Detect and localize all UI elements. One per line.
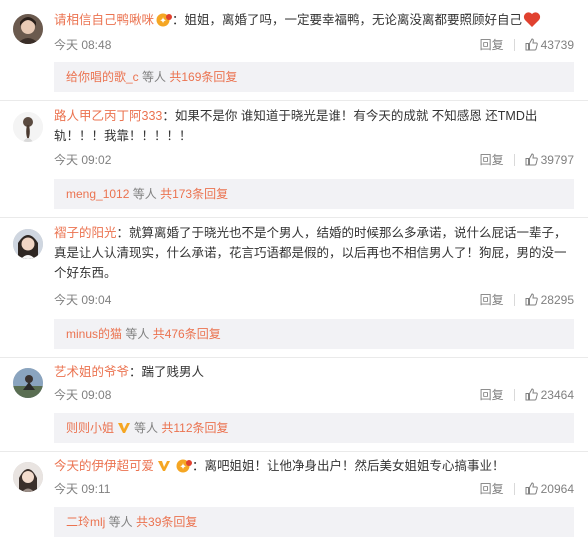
divider — [513, 39, 515, 51]
reply-summary[interactable]: minus的猫 等人 共476条回复 — [54, 319, 574, 349]
comment-body: ：踹了贱男人 — [129, 365, 205, 379]
divider — [0, 357, 588, 358]
reply-mid-text: 等人 — [129, 187, 161, 201]
like-count: 39797 — [540, 153, 574, 167]
avatar[interactable] — [13, 462, 43, 492]
reply-username[interactable]: 给你唱的歌_c — [66, 70, 139, 84]
reply-mid-text: 等人 — [105, 515, 137, 529]
thumbs-up-icon — [525, 482, 538, 499]
reply-button[interactable]: 回复 — [480, 152, 504, 168]
reply-count-link[interactable]: 共173条回复 — [160, 187, 228, 201]
comment-text: 褶子的阳光：就算离婚了于晓光也不是个男人，结婚的时候那么多承诺，说什么屁话一辈子… — [54, 223, 574, 283]
reply-username[interactable]: meng_1012 — [66, 187, 129, 201]
comment-time: 今天 08:48 — [54, 38, 112, 52]
thumbs-up-icon — [525, 388, 538, 405]
divider — [513, 389, 515, 401]
divider — [0, 451, 588, 452]
avatar[interactable] — [13, 229, 43, 259]
avatar[interactable] — [13, 112, 43, 142]
comment-username[interactable]: 路人甲乙丙丁阿333 — [54, 109, 162, 123]
comment-actions: 回复 43739 — [480, 37, 574, 55]
divider — [0, 100, 588, 101]
reply-summary[interactable]: meng_1012 等人 共173条回复 — [54, 179, 574, 209]
reply-count-link[interactable]: 共39条回复 — [136, 515, 197, 529]
thumbs-up-icon — [525, 153, 538, 170]
divider — [0, 217, 588, 218]
comment-actions: 回复 20964 — [480, 481, 574, 499]
reply-button[interactable]: 回复 — [480, 387, 504, 403]
reply-count-link[interactable]: 共112条回复 — [161, 421, 228, 435]
avatar[interactable] — [13, 368, 43, 398]
reply-mid-text: 等人 — [134, 421, 162, 435]
reply-username[interactable]: 则则小姐 — [66, 421, 114, 435]
like-button[interactable]: 28295 — [525, 292, 574, 310]
reply-button[interactable]: 回复 — [480, 37, 504, 53]
reply-summary[interactable]: 则则小姐 等人 共112条回复 — [54, 413, 574, 443]
comment-text: 路人甲乙丙丁阿333：如果不是你 谁知道于晓光是谁！有今天的成就 不知感恩 还T… — [54, 106, 574, 146]
reply-count-link[interactable]: 共476条回复 — [153, 327, 221, 341]
like-button[interactable]: 39797 — [525, 152, 574, 170]
comment-text: 请相信自己鸭啾咪 ✦ ：姐姐，离婚了吗，一定要幸福鸭，无论离没离都要照顾好自己 — [54, 10, 574, 34]
reply-username[interactable]: minus的猫 — [66, 327, 122, 341]
comment-body: ：离吧姐姐！让他净身出户！然后美女姐姐专心搞事业！ — [192, 459, 505, 473]
reply-summary[interactable]: 二玲mlj 等人 共39条回复 — [54, 507, 574, 537]
comment-text: 今天的伊伊超可爱 ✦ ：离吧姐姐！让他净身出户！然后美女姐姐专心搞事业！ — [54, 456, 574, 479]
divider — [513, 154, 515, 166]
comment-time: 今天 09:04 — [54, 293, 112, 307]
comment-username[interactable]: 请相信自己鸭啾咪 — [54, 13, 154, 27]
comment-time: 今天 09:11 — [54, 482, 111, 496]
comment-actions: 回复 23464 — [480, 387, 574, 405]
like-count: 23464 — [540, 388, 574, 402]
comment-text: 艺术姐的爷爷：踹了贱男人 — [54, 362, 574, 382]
reply-username[interactable]: 二玲mlj — [66, 515, 105, 529]
reply-summary[interactable]: 给你唱的歌_c 等人 共169条回复 — [54, 62, 574, 92]
v-badge-icon — [117, 415, 131, 445]
comment-time: 今天 09:02 — [54, 153, 112, 167]
like-count: 28295 — [540, 293, 574, 307]
reply-mid-text: 等人 — [138, 70, 170, 84]
like-button[interactable]: 20964 — [525, 481, 574, 499]
reply-button[interactable]: 回复 — [480, 481, 504, 497]
vip-badge-icon: ✦ — [176, 459, 193, 479]
comment-actions: 回复 28295 — [480, 292, 574, 310]
like-button[interactable]: 43739 — [525, 37, 574, 55]
reply-button[interactable]: 回复 — [480, 292, 504, 308]
comment-username[interactable]: 艺术姐的爷爷 — [54, 365, 129, 379]
comment-actions: 回复 39797 — [480, 152, 574, 170]
vip-badge-icon: ✦ — [156, 13, 173, 33]
comment-time: 今天 09:08 — [54, 388, 112, 402]
comment-username[interactable]: 褶子的阳光 — [54, 226, 117, 240]
reply-mid-text: 等人 — [122, 327, 153, 341]
like-button[interactable]: 23464 — [525, 387, 574, 405]
thumbs-up-icon — [525, 293, 538, 310]
divider — [513, 294, 515, 306]
comment-body: ：就算离婚了于晓光也不是个男人，结婚的时候那么多承诺，说什么屁话一辈子，真是让人… — [54, 226, 567, 280]
v-badge-icon — [157, 458, 171, 478]
like-count: 20964 — [540, 482, 574, 496]
reply-count-link[interactable]: 共169条回复 — [169, 70, 237, 84]
avatar[interactable] — [13, 14, 43, 44]
like-count: 43739 — [540, 38, 574, 52]
comment-username[interactable]: 今天的伊伊超可爱 — [54, 459, 154, 473]
divider — [513, 483, 515, 495]
heart-icon — [523, 11, 541, 34]
comment-body: ：姐姐，离婚了吗，一定要幸福鸭，无论离没离都要照顾好自己 — [172, 13, 523, 27]
thumbs-up-icon — [525, 38, 538, 55]
